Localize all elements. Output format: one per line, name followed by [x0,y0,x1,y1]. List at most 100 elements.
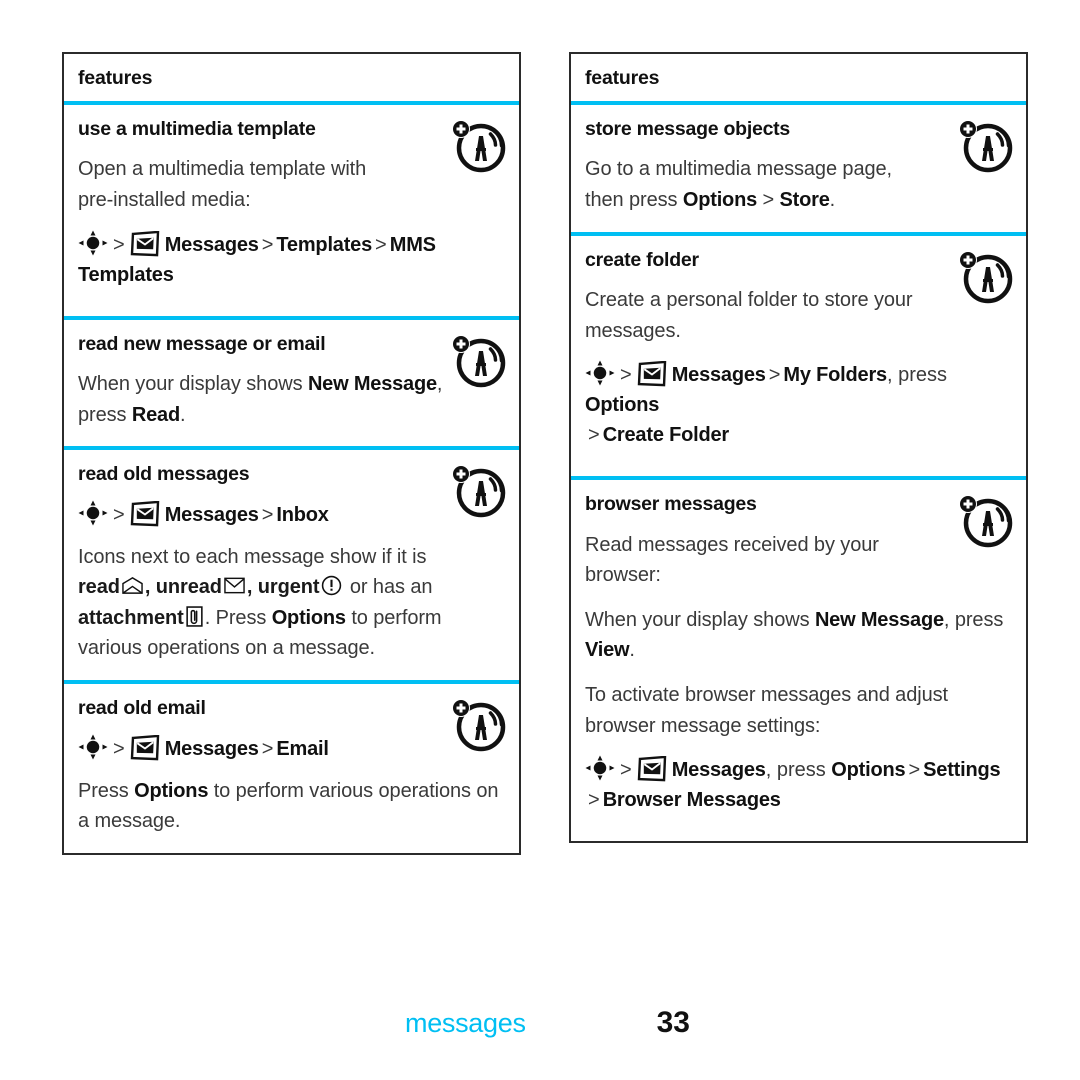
body-bold: attachment [78,606,184,629]
open-envelope-icon [122,575,143,596]
body-line: browser: [585,564,661,587]
body-line: To activate browser messages and adjust [585,684,948,707]
nav-path: > Messages > Email [78,734,505,764]
manual-page: features use a multimedia template Open … [0,0,1080,1080]
antenna-plus-icon [451,698,507,752]
nav-key-icon [78,230,108,256]
body-line: various operations on a message. [78,637,375,660]
paperclip-box-icon [186,606,203,627]
path-separator: > [113,233,125,256]
body-text: When your display shows [585,608,815,631]
section-read-old-messages: read old messages > Messages > Inbox Icons … [64,450,519,685]
path-item: Create Folder [602,424,730,447]
body-text: . [179,403,186,426]
antenna-plus-icon [958,250,1014,304]
section-title: store message objects [585,118,791,140]
body-text: to perform [345,606,442,629]
body-text: press [78,403,132,426]
page-footer: messages 33 [0,995,1080,1039]
section-body: Icons next to each message show if it is… [78,542,505,664]
path-app: Messages [671,759,766,782]
left-column: features use a multimedia template Open … [62,52,521,855]
box-header-left: features [64,54,519,105]
ui-label: Store [779,189,830,212]
features-box-left: features use a multimedia template Open … [62,52,521,855]
body-line: messages. [585,319,681,342]
ui-label: View [585,639,630,662]
nav-key-icon [585,360,615,386]
body-text: , [436,373,443,396]
path-separator: > [768,364,781,387]
nav-path: > Messages, press Options > Settings > Browse… [585,755,1012,815]
path-item: Email [276,737,329,760]
section-read-old-email: read old email > Messages > Email Press Opt… [64,684,519,853]
antenna-plus-icon [451,119,507,173]
body-line: Go to a multimedia message page, [585,158,892,181]
messages-envelope-icon [637,756,667,782]
path-separator: > [261,503,274,526]
chapter-name: messages [405,1008,526,1038]
body-bold: read [78,576,120,599]
section-title: read old email [78,697,206,720]
path-item: Browser Messages [602,789,781,812]
body-text: When your display shows [78,373,308,396]
nav-key-icon [585,755,615,781]
path-app: Messages [671,364,766,387]
body-line: Create a personal folder to store your [585,289,913,312]
body-text: > [757,189,780,212]
section-body: Press Options to perform various operati… [78,776,505,837]
body-text: then press [585,189,683,212]
body-text: , press [943,608,1004,631]
section-body: To activate browser messages and adjust … [585,680,1012,741]
path-app: Messages [164,737,259,760]
path-item: My Folders [783,364,887,387]
section-use-a-multimedia-template: use a multimedia template Open a multime… [64,105,519,320]
features-box-right: features store message objects Go to a m… [569,52,1028,844]
section-body: When your display shows New Message, pre… [78,369,505,430]
section-title: read new message or email [78,332,326,355]
body-text: , [144,576,156,599]
ui-label: New Message [307,373,437,396]
path-separator: > [113,737,125,760]
messages-envelope-icon [130,231,160,257]
body-text: , [246,576,258,599]
path-text: , press [765,759,832,782]
box-header-right: features [571,54,1026,105]
section-body: Read messages received by your browser: [585,530,1012,591]
section-store-message-objects: store message objects Go to a multimedia… [571,105,1026,236]
nav-key-icon [78,734,108,760]
two-column-layout: features use a multimedia template Open … [62,52,1028,855]
path-separator: > [261,233,274,256]
section-body: When your display shows New Message, pre… [585,605,1012,666]
path-separator: > [261,737,274,760]
body-bold: urgent [257,576,320,599]
antenna-plus-icon [451,334,507,388]
antenna-plus-icon [958,119,1014,173]
section-title: browser messages [585,493,757,516]
ui-label: New Message [814,608,944,631]
path-text: , press [886,364,947,387]
section-title: read old messages [78,463,250,486]
path-item: Templates [276,233,373,256]
nav-path: > Messages > Inbox [78,500,505,530]
path-separator: > [620,759,632,782]
path-separator: > [588,424,600,447]
path-app: Messages [164,233,259,256]
path-separator: > [908,759,921,782]
section-title: use a multimedia template [78,118,316,140]
path-separator: > [620,364,632,387]
messages-envelope-icon [637,361,667,387]
ui-label: Options [682,189,758,212]
nav-path: > Messages > My Folders, press Options > Crea… [585,360,1012,450]
path-item: Inbox [276,503,329,526]
body-text: . [629,639,635,662]
section-create-folder: create folder Create a personal folder t… [571,236,1026,481]
body-text: to perform various operations on [208,779,499,802]
section-body: Open a multimedia template with pre-inst… [78,154,505,215]
exclamation-circle-icon [321,575,342,596]
nav-key-icon [78,500,108,526]
body-line: browser message settings: [585,714,821,737]
body-text: or has an [344,576,433,599]
right-column: features store message objects Go to a m… [569,52,1028,855]
body-bold: unread [155,576,222,599]
